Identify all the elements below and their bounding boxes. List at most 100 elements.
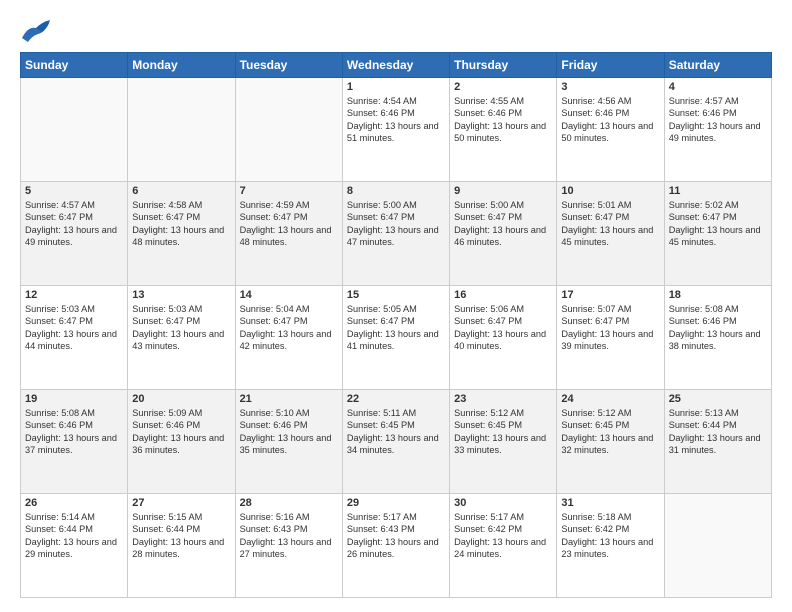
day-number: 1	[347, 81, 445, 93]
calendar-cell: 9 Sunrise: 5:00 AM Sunset: 6:47 PM Daylig…	[450, 182, 557, 286]
weekday-header-saturday: Saturday	[664, 53, 771, 78]
cell-content: Sunrise: 5:08 AM Sunset: 6:46 PM Dayligh…	[25, 407, 123, 457]
page: SundayMondayTuesdayWednesdayThursdayFrid…	[0, 0, 792, 612]
calendar-cell: 5 Sunrise: 4:57 AM Sunset: 6:47 PM Daylig…	[21, 182, 128, 286]
day-number: 26	[25, 497, 123, 509]
day-number: 11	[669, 185, 767, 197]
calendar-cell: 14 Sunrise: 5:04 AM Sunset: 6:47 PM Dayli…	[235, 286, 342, 390]
calendar-cell: 31 Sunrise: 5:18 AM Sunset: 6:42 PM Dayli…	[557, 494, 664, 598]
cell-content: Sunrise: 5:18 AM Sunset: 6:42 PM Dayligh…	[561, 511, 659, 561]
cell-content: Sunrise: 4:57 AM Sunset: 6:46 PM Dayligh…	[669, 95, 767, 145]
cell-content: Sunrise: 5:02 AM Sunset: 6:47 PM Dayligh…	[669, 199, 767, 249]
calendar-cell: 3 Sunrise: 4:56 AM Sunset: 6:46 PM Daylig…	[557, 78, 664, 182]
day-number: 18	[669, 289, 767, 301]
day-number: 5	[25, 185, 123, 197]
day-number: 12	[25, 289, 123, 301]
weekday-header-tuesday: Tuesday	[235, 53, 342, 78]
cell-content: Sunrise: 5:06 AM Sunset: 6:47 PM Dayligh…	[454, 303, 552, 353]
cell-content: Sunrise: 5:12 AM Sunset: 6:45 PM Dayligh…	[454, 407, 552, 457]
cell-content: Sunrise: 5:16 AM Sunset: 6:43 PM Dayligh…	[240, 511, 338, 561]
cell-content: Sunrise: 5:13 AM Sunset: 6:44 PM Dayligh…	[669, 407, 767, 457]
calendar-cell: 4 Sunrise: 4:57 AM Sunset: 6:46 PM Daylig…	[664, 78, 771, 182]
cell-content: Sunrise: 5:01 AM Sunset: 6:47 PM Dayligh…	[561, 199, 659, 249]
calendar-cell: 17 Sunrise: 5:07 AM Sunset: 6:47 PM Dayli…	[557, 286, 664, 390]
day-number: 29	[347, 497, 445, 509]
day-number: 6	[132, 185, 230, 197]
weekday-header-wednesday: Wednesday	[342, 53, 449, 78]
header	[20, 18, 772, 44]
calendar-cell	[128, 78, 235, 182]
day-number: 7	[240, 185, 338, 197]
day-number: 30	[454, 497, 552, 509]
week-row-4: 19Sunrise: 5:08 AM Sunset: 6:46 PM Dayli…	[21, 390, 772, 494]
day-number: 27	[132, 497, 230, 509]
day-number: 4	[669, 81, 767, 93]
cell-content: Sunrise: 5:07 AM Sunset: 6:47 PM Dayligh…	[561, 303, 659, 353]
day-number: 22	[347, 393, 445, 405]
weekday-header-monday: Monday	[128, 53, 235, 78]
calendar-cell: 25 Sunrise: 5:13 AM Sunset: 6:44 PM Dayli…	[664, 390, 771, 494]
calendar-cell: 24Sunrise: 5:12 AM Sunset: 6:45 PM Dayli…	[557, 390, 664, 494]
cell-content: Sunrise: 5:09 AM Sunset: 6:46 PM Dayligh…	[132, 407, 230, 457]
day-number: 17	[561, 289, 659, 301]
calendar-cell: 8Sunrise: 5:00 AM Sunset: 6:47 PM Daylig…	[342, 182, 449, 286]
calendar-cell: 27Sunrise: 5:15 AM Sunset: 6:44 PM Dayli…	[128, 494, 235, 598]
calendar-cell: 26 Sunrise: 5:14 AM Sunset: 6:44 PM Dayli…	[21, 494, 128, 598]
cell-content: Sunrise: 5:14 AM Sunset: 6:44 PM Dayligh…	[25, 511, 123, 561]
calendar-cell: 22Sunrise: 5:11 AM Sunset: 6:45 PM Dayli…	[342, 390, 449, 494]
day-number: 14	[240, 289, 338, 301]
cell-content: Sunrise: 5:10 AM Sunset: 6:46 PM Dayligh…	[240, 407, 338, 457]
calendar-cell: 16 Sunrise: 5:06 AM Sunset: 6:47 PM Dayli…	[450, 286, 557, 390]
calendar-cell: 7 Sunrise: 4:59 AM Sunset: 6:47 PM Daylig…	[235, 182, 342, 286]
cell-content: Sunrise: 5:17 AM Sunset: 6:43 PM Dayligh…	[347, 511, 445, 561]
calendar-cell: 15Sunrise: 5:05 AM Sunset: 6:47 PM Dayli…	[342, 286, 449, 390]
week-row-5: 26 Sunrise: 5:14 AM Sunset: 6:44 PM Dayli…	[21, 494, 772, 598]
calendar-cell: 18 Sunrise: 5:08 AM Sunset: 6:46 PM Dayli…	[664, 286, 771, 390]
cell-content: Sunrise: 4:54 AM Sunset: 6:46 PM Dayligh…	[347, 95, 445, 145]
day-number: 10	[561, 185, 659, 197]
cell-content: Sunrise: 5:08 AM Sunset: 6:46 PM Dayligh…	[669, 303, 767, 353]
calendar-cell: 19Sunrise: 5:08 AM Sunset: 6:46 PM Dayli…	[21, 390, 128, 494]
cell-content: Sunrise: 5:12 AM Sunset: 6:45 PM Dayligh…	[561, 407, 659, 457]
calendar-cell: 20Sunrise: 5:09 AM Sunset: 6:46 PM Dayli…	[128, 390, 235, 494]
day-number: 3	[561, 81, 659, 93]
cell-content: Sunrise: 5:03 AM Sunset: 6:47 PM Dayligh…	[132, 303, 230, 353]
day-number: 9	[454, 185, 552, 197]
calendar-table: SundayMondayTuesdayWednesdayThursdayFrid…	[20, 52, 772, 598]
cell-content: Sunrise: 5:00 AM Sunset: 6:47 PM Dayligh…	[347, 199, 445, 249]
day-number: 13	[132, 289, 230, 301]
calendar-cell: 23 Sunrise: 5:12 AM Sunset: 6:45 PM Dayli…	[450, 390, 557, 494]
day-number: 21	[240, 393, 338, 405]
calendar-cell: 13 Sunrise: 5:03 AM Sunset: 6:47 PM Dayli…	[128, 286, 235, 390]
day-number: 31	[561, 497, 659, 509]
day-number: 2	[454, 81, 552, 93]
day-number: 23	[454, 393, 552, 405]
cell-content: Sunrise: 4:56 AM Sunset: 6:46 PM Dayligh…	[561, 95, 659, 145]
cell-content: Sunrise: 4:58 AM Sunset: 6:47 PM Dayligh…	[132, 199, 230, 249]
day-number: 15	[347, 289, 445, 301]
calendar-cell: 10 Sunrise: 5:01 AM Sunset: 6:47 PM Dayli…	[557, 182, 664, 286]
logo-bird-icon	[20, 18, 52, 44]
day-number: 16	[454, 289, 552, 301]
calendar-cell	[664, 494, 771, 598]
calendar-cell: 11 Sunrise: 5:02 AM Sunset: 6:47 PM Dayli…	[664, 182, 771, 286]
weekday-header-friday: Friday	[557, 53, 664, 78]
cell-content: Sunrise: 5:00 AM Sunset: 6:47 PM Dayligh…	[454, 199, 552, 249]
weekday-header-row: SundayMondayTuesdayWednesdayThursdayFrid…	[21, 53, 772, 78]
calendar-cell	[235, 78, 342, 182]
cell-content: Sunrise: 5:03 AM Sunset: 6:47 PM Dayligh…	[25, 303, 123, 353]
calendar-cell: 29 Sunrise: 5:17 AM Sunset: 6:43 PM Dayli…	[342, 494, 449, 598]
week-row-1: 1 Sunrise: 4:54 AM Sunset: 6:46 PM Daylig…	[21, 78, 772, 182]
cell-content: Sunrise: 4:59 AM Sunset: 6:47 PM Dayligh…	[240, 199, 338, 249]
week-row-2: 5 Sunrise: 4:57 AM Sunset: 6:47 PM Daylig…	[21, 182, 772, 286]
calendar-cell: 30Sunrise: 5:17 AM Sunset: 6:42 PM Dayli…	[450, 494, 557, 598]
cell-content: Sunrise: 4:57 AM Sunset: 6:47 PM Dayligh…	[25, 199, 123, 249]
day-number: 25	[669, 393, 767, 405]
calendar-cell: 6 Sunrise: 4:58 AM Sunset: 6:47 PM Daylig…	[128, 182, 235, 286]
weekday-header-sunday: Sunday	[21, 53, 128, 78]
calendar-cell: 28Sunrise: 5:16 AM Sunset: 6:43 PM Dayli…	[235, 494, 342, 598]
cell-content: Sunrise: 5:04 AM Sunset: 6:47 PM Dayligh…	[240, 303, 338, 353]
calendar-cell: 12 Sunrise: 5:03 AM Sunset: 6:47 PM Dayli…	[21, 286, 128, 390]
cell-content: Sunrise: 4:55 AM Sunset: 6:46 PM Dayligh…	[454, 95, 552, 145]
calendar-cell: 2 Sunrise: 4:55 AM Sunset: 6:46 PM Daylig…	[450, 78, 557, 182]
